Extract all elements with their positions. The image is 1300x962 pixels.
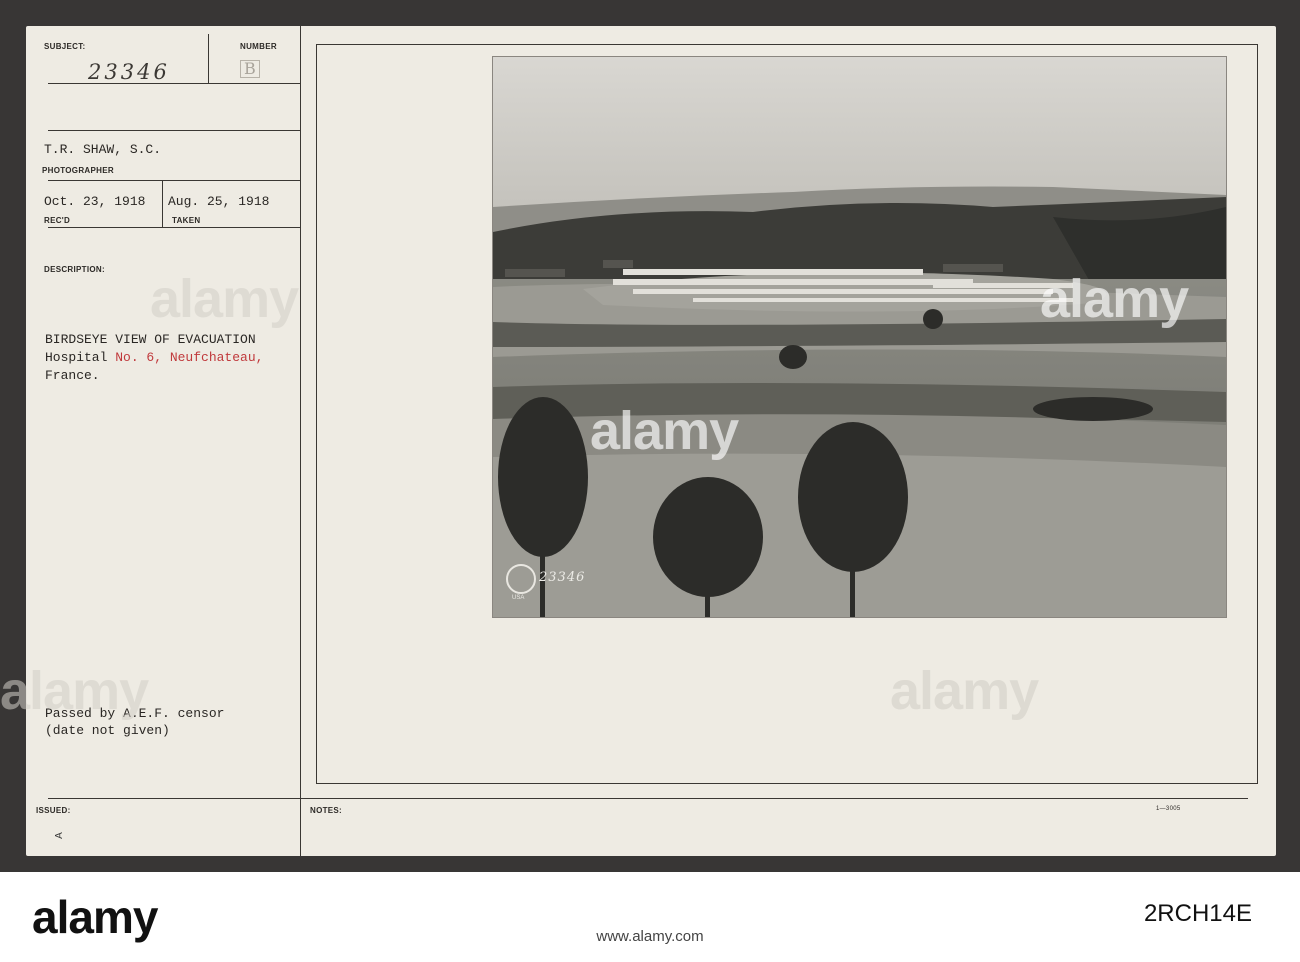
description-line-2: Hospital No. 6, Neufchateau, — [45, 350, 263, 365]
number-stamp: B — [240, 60, 260, 78]
received-label: REC'D — [44, 216, 71, 225]
received-date: Oct. 23, 1918 — [44, 194, 146, 209]
image-id: 2RCH14E — [1143, 900, 1252, 927]
subject-number-divider — [208, 34, 209, 84]
taken-label: TAKEN — [172, 216, 201, 225]
landscape-photograph: 23346 USA — [492, 56, 1227, 618]
bottom-rule — [48, 798, 1248, 799]
issued-label: ISSUED: — [36, 806, 71, 815]
rule-1 — [48, 83, 300, 84]
landscape-drawing — [493, 57, 1226, 617]
censor-line-2: (date not given) — [45, 723, 170, 738]
photographer-label: PHOTOGRAPHER — [42, 166, 114, 175]
rule-4 — [48, 227, 300, 228]
description-line-2-red: No. 6, Neufchateau, — [115, 350, 264, 365]
photographer-name: T.R. SHAW, S.C. — [44, 142, 162, 157]
site-url: www.alamy.com — [596, 928, 704, 945]
rule-2 — [48, 130, 300, 131]
photo-stamp-text: USA — [512, 595, 525, 601]
issued-mark: A — [53, 832, 65, 839]
left-column-divider — [300, 26, 301, 856]
form-code: 1—3005 — [1156, 806, 1181, 812]
description-line-2-black: Hospital — [45, 350, 116, 365]
watermark-lower-right: alamy — [890, 661, 1039, 721]
watermark-lower-left: alamy — [0, 661, 149, 721]
date-divider — [162, 180, 163, 228]
photo-stamp-number: 23346 — [539, 570, 586, 585]
description-label: DESCRIPTION: — [44, 265, 105, 274]
watermark-right: alamy — [1040, 269, 1189, 329]
description-line-1: BIRDSEYE VIEW OF EVACUATION — [45, 332, 256, 347]
subject-label: SUBJECT: — [44, 42, 86, 51]
description-line-3: France. — [45, 368, 100, 383]
footer-bar: alamy 2RCH14E www.alamy.com — [0, 872, 1300, 962]
rule-3 — [48, 180, 300, 181]
taken-date: Aug. 25, 1918 — [168, 194, 270, 209]
subject-number: 23346 — [88, 60, 170, 84]
watermark-left: alamy — [150, 269, 299, 329]
number-label: NUMBER — [240, 42, 277, 51]
watermark-center: alamy — [590, 401, 739, 461]
notes-label: NOTES: — [310, 806, 343, 815]
